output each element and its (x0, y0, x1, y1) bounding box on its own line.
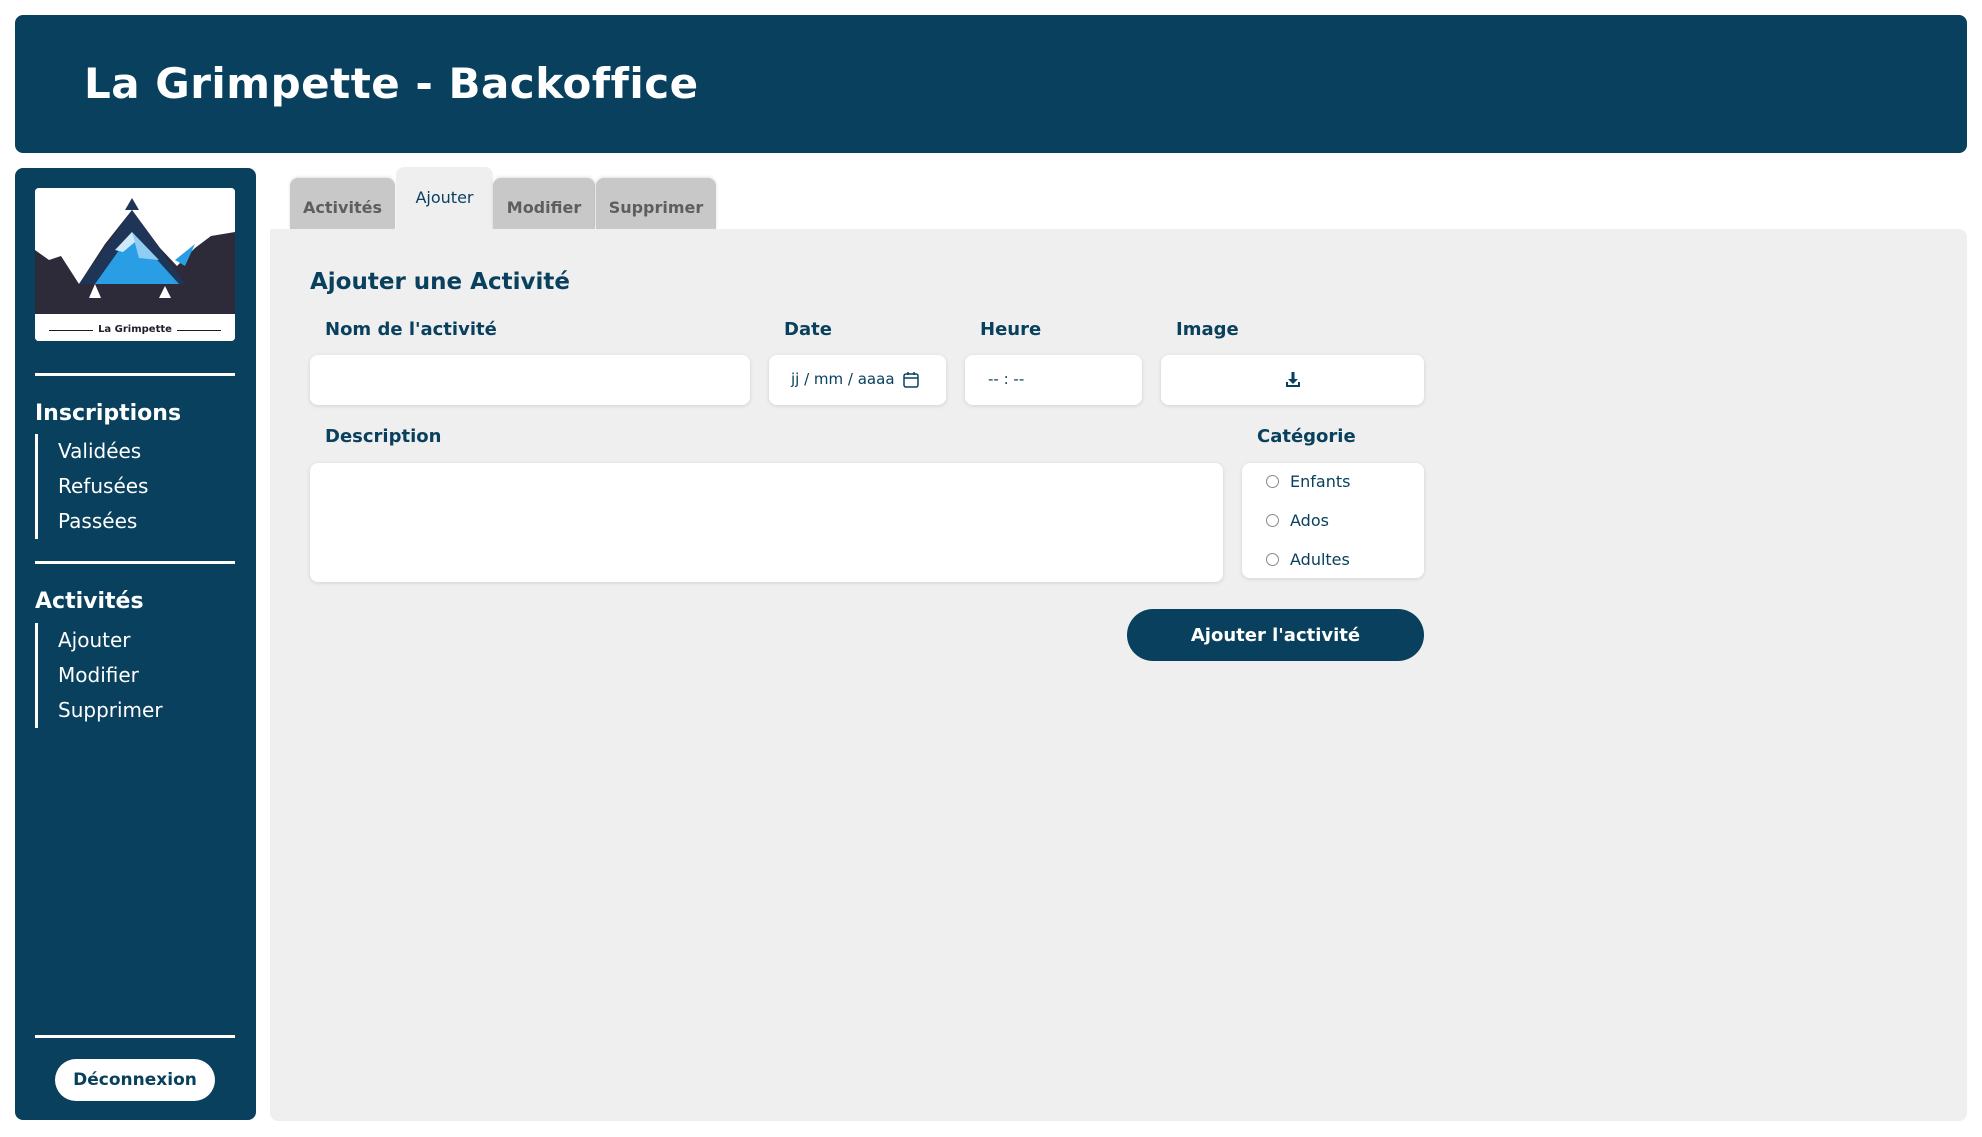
logo[interactable]: La Grimpette (35, 188, 235, 341)
tab-ajouter[interactable]: Ajouter (396, 167, 493, 229)
section-title-inscriptions: Inscriptions (35, 401, 182, 426)
sidebar-item-ajouter[interactable]: Ajouter (58, 623, 163, 658)
sidebar: La Grimpette Inscriptions Validées Refus… (15, 168, 256, 1120)
time-label: Heure (980, 319, 1042, 340)
time-placeholder: -- : -- (988, 370, 1025, 388)
time-input[interactable]: -- : -- (965, 355, 1142, 405)
app-header: La Grimpette - Backoffice (15, 15, 1967, 153)
add-activity-button[interactable]: Ajouter l'activité (1127, 609, 1424, 661)
sidebar-item-supprimer[interactable]: Supprimer (58, 693, 163, 728)
add-activity-panel: Ajouter une Activité Nom de l'activité D… (270, 229, 1967, 1121)
date-label: Date (784, 319, 832, 340)
description-textarea[interactable] (310, 463, 1223, 582)
page-title: La Grimpette - Backoffice (84, 59, 699, 108)
image-upload[interactable] (1161, 355, 1424, 405)
section-title-activites: Activités (35, 589, 144, 614)
sidebar-item-passees[interactable]: Passées (58, 504, 148, 539)
sidebar-divider (35, 1035, 235, 1038)
calendar-icon[interactable] (903, 371, 919, 392)
inscriptions-list: Validées Refusées Passées (35, 434, 148, 539)
date-placeholder: jj / mm / aaaa (791, 370, 895, 388)
name-label: Nom de l'activité (325, 319, 497, 340)
tab-activites[interactable]: Activités (290, 178, 395, 229)
logout-button[interactable]: Déconnexion (55, 1059, 215, 1101)
tab-modifier[interactable]: Modifier (493, 178, 595, 229)
image-label: Image (1176, 319, 1239, 340)
sidebar-item-validees[interactable]: Validées (58, 434, 148, 469)
sidebar-divider (35, 561, 235, 564)
activity-name-input[interactable] (310, 355, 750, 405)
description-label: Description (325, 426, 442, 447)
mountain-logo (35, 188, 235, 341)
category-label: Catégorie (1257, 426, 1356, 447)
sidebar-divider (35, 373, 235, 376)
tab-supprimer[interactable]: Supprimer (596, 178, 716, 229)
date-input[interactable]: jj / mm / aaaa (769, 355, 946, 405)
radio-button[interactable] (1266, 553, 1279, 566)
activites-list: Ajouter Modifier Supprimer (35, 623, 163, 728)
form-title: Ajouter une Activité (310, 269, 570, 295)
radio-button[interactable] (1266, 514, 1279, 527)
sidebar-item-refusees[interactable]: Refusées (58, 469, 148, 504)
sidebar-item-modifier[interactable]: Modifier (58, 658, 163, 693)
category-radio-group: Enfants Ados Adultes (1242, 463, 1424, 578)
download-icon (1285, 371, 1301, 392)
radio-button[interactable] (1266, 475, 1279, 488)
